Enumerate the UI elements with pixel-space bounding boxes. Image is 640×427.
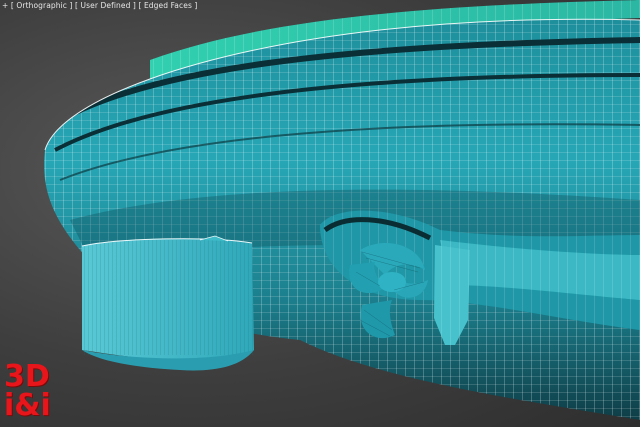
view-mode-label[interactable]: [ Orthographic ] [11, 1, 73, 10]
logo-line-1: 3D [4, 359, 50, 394]
display-mode-label[interactable]: [ Edged Faces ] [138, 1, 197, 10]
viewport-label[interactable]: + [ Orthographic ] [ User Defined ] [ Ed… [2, 0, 197, 12]
viewport-menu-plus[interactable]: + [2, 1, 8, 10]
logo-line-2: i&i [4, 388, 51, 423]
hull-mesh [44, 19, 640, 420]
brand-logo: 3D i&i [4, 362, 60, 424]
shading-mode-label[interactable]: [ User Defined ] [75, 1, 136, 10]
rudder [81, 235, 254, 371]
viewport-canvas[interactable] [0, 0, 640, 427]
